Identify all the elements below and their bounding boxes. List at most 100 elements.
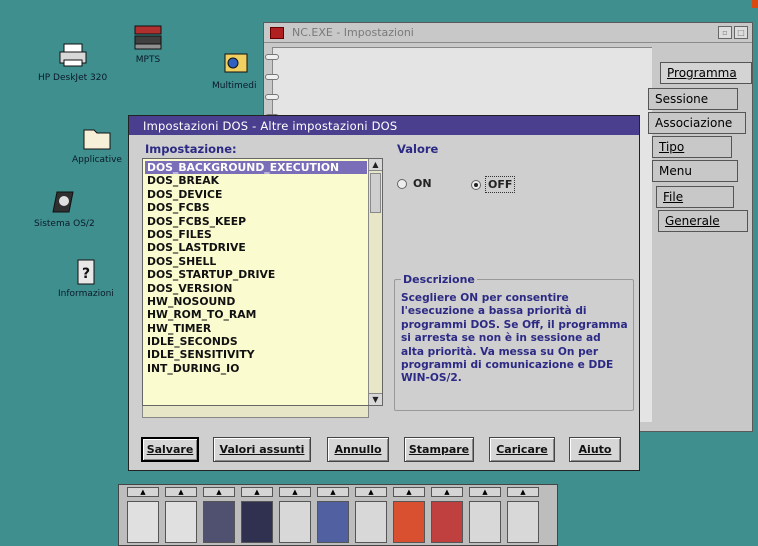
minimize-icon[interactable]: ▫	[718, 26, 732, 39]
tab-label: Generale	[665, 214, 720, 228]
settings-list[interactable]: DOS_BACKGROUND_EXECUTION DOS_BREAK DOS_DEV…	[145, 161, 367, 375]
settings-list-item[interactable]: DOS_BACKGROUND_EXECUTION	[145, 161, 367, 175]
desktop-icon-label: Informazioni	[58, 289, 114, 299]
tab-label: Sessione	[655, 92, 709, 106]
settings-list-item[interactable]: DOS_FILES	[145, 228, 367, 241]
dos-settings-dialog[interactable]: Impostazioni DOS - Altre impostazioni DO…	[128, 115, 640, 471]
tab-label: Associazione	[655, 116, 733, 130]
folder-icon	[83, 129, 111, 150]
multimedia-icon	[224, 53, 248, 73]
settings-list-item[interactable]: DOS_SHELL	[145, 255, 367, 268]
settings-list-item[interactable]: IDLE_SECONDS	[145, 335, 367, 348]
tab-programma[interactable]: Programma	[660, 62, 752, 84]
scroll-thumb[interactable]	[370, 173, 381, 213]
settings-list-item[interactable]: IDLE_SENSITIVITY	[145, 348, 367, 361]
system-menu-icon[interactable]	[270, 26, 284, 39]
sistema-icon	[52, 191, 74, 213]
launchpad-drawer-arrow-icon[interactable]: ▲	[431, 487, 463, 497]
tab-tipo[interactable]: Tipo	[652, 136, 732, 158]
tab-sessione[interactable]: Sessione	[648, 88, 738, 110]
launchpad-item[interactable]: ▲	[469, 487, 501, 545]
save-button[interactable]: Salvare	[141, 437, 199, 462]
upload-icon[interactable]	[469, 501, 501, 543]
chart-icon[interactable]	[507, 501, 539, 543]
launchpad-drawer-arrow-icon[interactable]: ▲	[127, 487, 159, 497]
tab-file[interactable]: File	[656, 186, 734, 208]
desktop-icon-applicative[interactable]: Applicative	[72, 124, 122, 165]
calendar-icon[interactable]	[393, 501, 425, 543]
dialog-title: Impostazioni DOS - Altre impostazioni DO…	[143, 118, 398, 133]
load-button[interactable]: Caricare	[489, 437, 555, 462]
keyboard-icon[interactable]	[355, 501, 387, 543]
radio-off[interactable]: OFF	[471, 176, 516, 193]
launchpad-drawer-arrow-icon[interactable]: ▲	[279, 487, 311, 497]
puzzle-icon[interactable]	[431, 501, 463, 543]
settings-list-item[interactable]: DOS_DEVICE	[145, 188, 367, 201]
tab-associazione[interactable]: Associazione	[648, 112, 746, 134]
launchpad-item[interactable]: ▲	[393, 487, 425, 545]
tab-generale[interactable]: Generale	[658, 210, 748, 232]
scroll-up-icon[interactable]: ▲	[369, 159, 382, 171]
monitor-icon[interactable]	[317, 501, 349, 543]
radio-on-circle[interactable]	[397, 178, 407, 189]
window-icon[interactable]	[241, 501, 273, 543]
desktop-icon-sistema[interactable]: Sistema OS/2	[34, 188, 95, 229]
settings-list-item[interactable]: HW_TIMER	[145, 322, 367, 335]
desktop-icon-multimedia[interactable]: Multimedi	[212, 50, 257, 91]
settings-list-item[interactable]: DOS_VERSION	[145, 282, 367, 295]
launchpad-drawer-arrow-icon[interactable]: ▲	[165, 487, 197, 497]
desktop-icon-mpts[interactable]: MPTS	[131, 24, 165, 65]
desktop-icon-informazioni[interactable]: ? Informazioni	[58, 258, 114, 299]
launchpad-drawer-arrow-icon[interactable]: ▲	[203, 487, 235, 497]
launchpad-item[interactable]: ▲	[431, 487, 463, 545]
launchpad-item[interactable]: ▲	[165, 487, 197, 545]
launchpad-drawer-arrow-icon[interactable]: ▲	[355, 487, 387, 497]
launchpad-drawer-arrow-icon[interactable]: ▲	[317, 487, 349, 497]
notebook-title: NC.EXE - Impostazioni	[292, 26, 414, 39]
description-line: programmi DOS. Se Off, il programma	[401, 318, 628, 331]
launchpad-drawer-arrow-icon[interactable]: ▲	[393, 487, 425, 497]
lock-icon[interactable]	[127, 501, 159, 543]
launchpad-drawer-arrow-icon[interactable]: ▲	[241, 487, 273, 497]
settings-list-item[interactable]: DOS_STARTUP_DRIVE	[145, 268, 367, 281]
desktop-icon-printer[interactable]: HP DeskJet 320	[38, 42, 107, 83]
radio-on[interactable]: ON	[397, 176, 434, 191]
cancel-button[interactable]: Annullo	[327, 437, 389, 462]
launchpad[interactable]: ▲ ▲ ▲ ▲ ▲ ▲ ▲ ▲ ▲ ▲ ▲	[118, 484, 558, 546]
value-label: Valore	[397, 142, 439, 156]
launchpad-item[interactable]: ▲	[203, 487, 235, 545]
launchpad-item[interactable]: ▲	[355, 487, 387, 545]
drive-icon[interactable]	[203, 501, 235, 543]
launchpad-item[interactable]: ▲	[127, 487, 159, 545]
launchpad-drawer-arrow-icon[interactable]: ▲	[507, 487, 539, 497]
radio-off-circle[interactable]	[471, 179, 481, 190]
tab-menu[interactable]: Menu	[652, 160, 738, 182]
settings-list-item[interactable]: INT_DURING_IO	[145, 362, 367, 375]
search-icon[interactable]	[165, 501, 197, 543]
listbox-vertical-scrollbar[interactable]: ▲ ▼	[368, 159, 382, 405]
notebook-titlebar[interactable]: NC.EXE - Impostazioni ▫ □	[264, 23, 752, 43]
tab-label: Menu	[659, 164, 692, 178]
settings-list-item[interactable]: DOS_FCBS_KEEP	[145, 215, 367, 228]
listbox-horizontal-scrollbar[interactable]	[142, 406, 369, 418]
settings-list-item[interactable]: HW_ROM_TO_RAM	[145, 308, 367, 321]
launchpad-item[interactable]: ▲	[507, 487, 539, 545]
dialog-titlebar[interactable]: Impostazioni DOS - Altre impostazioni DO…	[129, 116, 639, 135]
radio-off-label: OFF	[485, 176, 516, 193]
launchpad-item[interactable]: ▲	[279, 487, 311, 545]
settings-list-item[interactable]: DOS_LASTDRIVE	[145, 241, 367, 254]
settings-list-item[interactable]: DOS_FCBS	[145, 201, 367, 214]
scroll-down-icon[interactable]: ▼	[369, 393, 382, 405]
defaults-button[interactable]: Valori assunti	[213, 437, 311, 462]
settings-list-item[interactable]: HW_NOSOUND	[145, 295, 367, 308]
maximize-icon[interactable]: □	[734, 26, 748, 39]
launchpad-drawer-arrow-icon[interactable]: ▲	[469, 487, 501, 497]
help-button[interactable]: Aiuto	[569, 437, 621, 462]
print-button[interactable]: Stampare	[404, 437, 474, 462]
desktop-icon-label: Applicative	[72, 155, 122, 165]
launchpad-item[interactable]: ▲	[241, 487, 273, 545]
settings-listbox[interactable]: DOS_BACKGROUND_EXECUTION DOS_BREAK DOS_DEV…	[142, 158, 383, 406]
launchpad-item[interactable]: ▲	[317, 487, 349, 545]
printer-icon[interactable]	[279, 501, 311, 543]
settings-list-item[interactable]: DOS_BREAK	[145, 174, 367, 187]
